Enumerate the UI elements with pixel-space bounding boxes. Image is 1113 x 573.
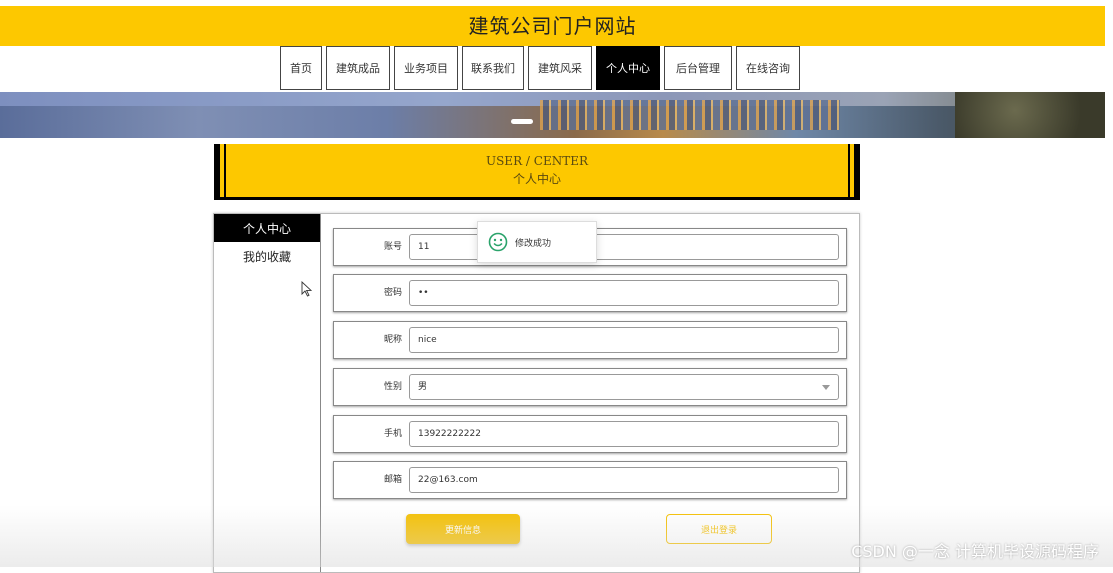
nav-item-home[interactable]: 首页 [280, 46, 322, 90]
site-title: 建筑公司门户网站 [468, 14, 637, 38]
form-row-phone: 手机 13922222222 [333, 415, 847, 453]
gender-select[interactable]: 男 [409, 374, 839, 400]
logout-button[interactable]: 退出登录 [666, 514, 772, 544]
update-info-button[interactable]: 更新信息 [406, 514, 520, 544]
main-nav: 首页 建筑成品 业务项目 联系我们 建筑风采 个人中心 后台管理 在线咨询 [280, 46, 800, 92]
nav-item-products[interactable]: 建筑成品 [326, 46, 390, 90]
section-title-en: USER / CENTER [485, 154, 589, 168]
password-label: 密码 [383, 288, 402, 298]
side-menu-user-center[interactable]: 个人中心 [214, 214, 320, 242]
banner-shore-lights [540, 100, 840, 130]
side-menu: 个人中心 我的收藏 [214, 214, 321, 572]
watermark-text: CSDN @一念 计算机毕设源码程序 [851, 542, 1099, 561]
toast-message: 修改成功 [515, 238, 552, 249]
nav-item-projects[interactable]: 业务项目 [394, 46, 458, 90]
nickname-label: 昵称 [383, 335, 402, 345]
banner-trees [955, 92, 1105, 138]
chevron-down-icon[interactable] [822, 385, 830, 390]
email-input[interactable]: 22@163.com [409, 467, 839, 493]
nav-item-user-center[interactable]: 个人中心 [596, 46, 660, 90]
success-toast: 修改成功 [477, 221, 597, 263]
nickname-input[interactable]: nice [409, 327, 839, 353]
nav-item-contact[interactable]: 联系我们 [462, 46, 524, 90]
nav-item-gallery[interactable]: 建筑风采 [528, 46, 592, 90]
password-input[interactable]: •• [409, 280, 839, 306]
phone-input[interactable]: 13922222222 [409, 421, 839, 447]
form-row-email: 邮箱 22@163.com [333, 461, 847, 499]
form-row-password: 密码 •• [333, 274, 847, 312]
account-label: 账号 [383, 242, 402, 252]
form-row-nickname: 昵称 nice [333, 321, 847, 359]
banner-image [0, 92, 1105, 138]
site-header: 建筑公司门户网站 [0, 6, 1105, 46]
email-label: 邮箱 [383, 475, 402, 485]
slider-indicator[interactable] [511, 119, 533, 124]
header-border-left [224, 144, 226, 197]
gender-value: 男 [418, 382, 428, 392]
form-row-gender: 性别 男 [333, 368, 847, 406]
side-menu-favorites[interactable]: 我的收藏 [214, 242, 320, 270]
nav-item-consult[interactable]: 在线咨询 [736, 46, 800, 90]
gender-label: 性别 [383, 382, 402, 392]
smile-icon [488, 232, 508, 252]
header-border-right [848, 144, 850, 197]
mouse-cursor-icon [301, 281, 313, 297]
section-title-cn: 个人中心 [512, 172, 561, 186]
nav-item-admin[interactable]: 后台管理 [664, 46, 732, 90]
section-header: USER / CENTER 个人中心 [214, 144, 860, 200]
account-input[interactable]: 11 [409, 234, 839, 260]
phone-label: 手机 [383, 429, 402, 439]
